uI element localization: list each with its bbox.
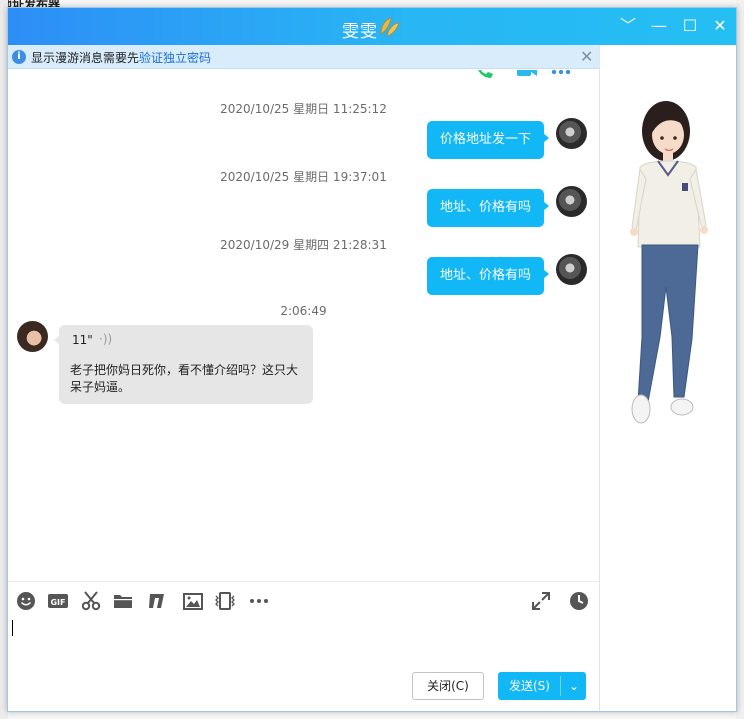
dropdown-button[interactable]: ﹀ <box>618 16 638 36</box>
background-right-edge <box>736 0 744 719</box>
maximize-button[interactable]: ☐ <box>680 16 700 36</box>
input-toolbar: GIF <box>8 581 599 619</box>
send-button-label[interactable]: 发送(S) <box>509 672 550 700</box>
message-timestamp: 2020/10/29 星期四 21:28:31 <box>220 238 387 252</box>
video-call-icon <box>517 70 537 76</box>
message-timestamp: 2:06:49 <box>280 304 327 318</box>
leaf-badge-icon <box>380 17 400 37</box>
more-actions-icon <box>551 70 571 75</box>
gif-icon[interactable]: GIF <box>47 590 69 612</box>
emoji-icon[interactable] <box>15 590 37 612</box>
image-icon[interactable] <box>182 590 204 612</box>
info-icon: i <box>12 50 26 64</box>
title-bar[interactable]: 雯雯 ﹀ — ☐ ✕ <box>8 8 736 45</box>
notice-text: 显示漫游消息需要先验证独立密码 <box>31 49 211 66</box>
roaming-notice-bar: i 显示漫游消息需要先验证独立密码 ✕ <box>8 45 599 69</box>
sent-message-bubble[interactable]: 地址、价格有吗 <box>426 257 550 295</box>
sent-message-bubble[interactable]: 价格地址发一下 <box>426 121 550 159</box>
close-window-button[interactable]: ✕ <box>710 16 730 36</box>
notice-prefix: 显示漫游消息需要先 <box>31 51 140 65</box>
close-button[interactable]: 关闭(C) <box>412 672 484 700</box>
contact-show-panel <box>599 45 736 711</box>
sent-message-bubble[interactable]: 地址、价格有吗 <box>426 189 550 227</box>
minimize-button[interactable]: — <box>649 16 669 36</box>
voice-wave-icon[interactable]: ·)) <box>99 332 112 346</box>
character-illustration <box>630 101 708 424</box>
message-input[interactable] <box>8 619 599 674</box>
message-timestamp: 2020/10/25 星期日 11:25:12 <box>220 102 387 116</box>
contact-name: 雯雯 <box>342 22 378 42</box>
notice-close-icon[interactable]: ✕ <box>580 47 593 66</box>
call-actions <box>478 70 571 78</box>
send-button[interactable]: 发送(S) ⌄ <box>498 672 586 700</box>
my-avatar[interactable] <box>556 254 587 285</box>
screenshot-scissors-icon[interactable] <box>80 590 102 612</box>
history-clock-icon[interactable] <box>568 590 590 612</box>
contact-avatar[interactable] <box>17 321 48 352</box>
expand-icon[interactable] <box>530 590 552 612</box>
send-options-dropdown[interactable]: ⌄ <box>562 672 586 700</box>
svg-text:GIF: GIF <box>50 598 65 607</box>
voice-duration: 11" <box>72 333 93 347</box>
chat-window: 雯雯 ﹀ — ☐ ✕ i 显示漫游消息需要先验证独立密码 ✕ 2020/10/2… <box>7 7 737 712</box>
received-message-text: 老子把你妈日死你，看不懂介绍吗？这只大呆子妈逼。 <box>70 363 299 394</box>
text-caret <box>12 620 13 636</box>
my-avatar[interactable] <box>556 118 587 149</box>
shake-window-icon[interactable] <box>214 590 236 612</box>
my-avatar[interactable] <box>556 186 587 217</box>
received-message-bubble[interactable]: 11" ·)) 老子把你妈日死你，看不懂介绍吗？这只大呆子妈逼。 <box>54 325 313 404</box>
send-button-divider <box>560 676 561 696</box>
more-icon[interactable] <box>248 590 270 612</box>
voice-call-icon <box>478 70 493 78</box>
folder-icon[interactable] <box>112 590 134 612</box>
message-timestamp: 2020/10/25 星期日 19:37:01 <box>220 170 387 184</box>
message-list[interactable]: 2020/10/25 星期日 11:25:12 价格地址发一下 2020/10/… <box>8 70 599 582</box>
verify-password-link[interactable]: 验证独立密码 <box>139 51 211 65</box>
music-icon[interactable] <box>146 590 168 612</box>
